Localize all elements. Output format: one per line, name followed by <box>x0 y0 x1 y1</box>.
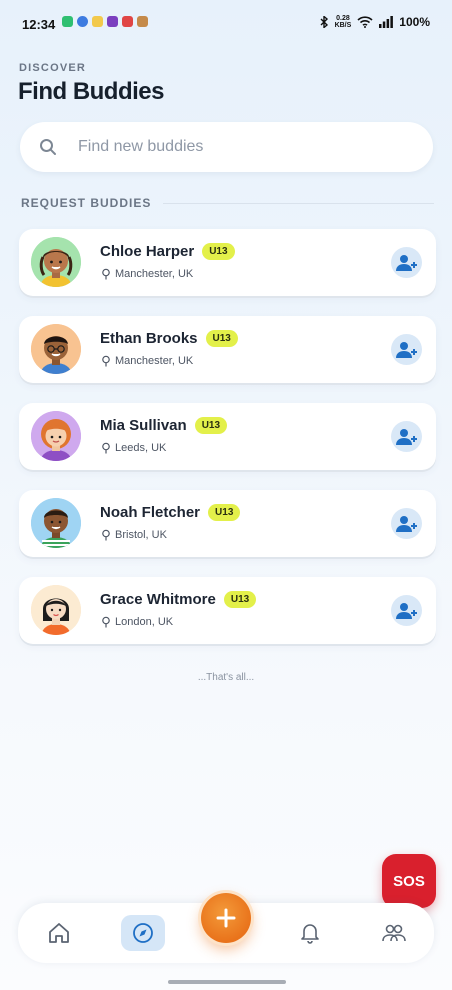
age-badge: U13 <box>194 417 228 434</box>
location-pin-icon <box>102 616 110 628</box>
add-buddy-button[interactable] <box>391 247 422 278</box>
buddy-card[interactable]: Ethan Brooks U13 Manchester, UK <box>19 316 436 383</box>
app-notification-icon <box>92 16 103 27</box>
buddy-location: Bristol, UK <box>115 529 167 541</box>
search-icon <box>26 138 70 156</box>
add-buddy-button[interactable] <box>391 595 422 626</box>
location-pin-icon <box>102 268 110 280</box>
avatar <box>31 324 81 374</box>
buddy-location-row: Manchester, UK <box>101 268 193 280</box>
age-badge: U13 <box>208 504 241 521</box>
add-buddy-button[interactable] <box>391 508 422 539</box>
add-user-icon <box>395 341 417 358</box>
buddy-name-row: Mia Sullivan U13 <box>100 417 228 434</box>
nav-home[interactable] <box>37 915 81 951</box>
buddy-name: Ethan Brooks <box>100 330 198 347</box>
plus-icon <box>216 908 236 928</box>
buddy-card[interactable]: Grace Whitmore U13 London, UK <box>19 577 436 644</box>
buddy-name-row: Grace Whitmore U13 <box>100 591 257 608</box>
buddy-location-row: Bristol, UK <box>101 529 167 541</box>
add-user-icon <box>395 428 417 445</box>
network-speed: 0.28 KB/S <box>335 15 352 29</box>
buddy-location-row: Leeds, UK <box>101 442 166 454</box>
buddy-location: Leeds, UK <box>115 442 167 454</box>
buddy-name-row: Noah Fletcher U13 <box>100 504 241 521</box>
buddy-name-row: Ethan Brooks U13 <box>100 330 238 347</box>
app-notification-icon <box>77 16 88 27</box>
section-title: REQUEST BUDDIES <box>21 196 152 210</box>
avatar <box>31 237 81 287</box>
wifi-icon <box>357 16 373 28</box>
page-title: Find Buddies <box>18 78 165 105</box>
buddy-location: London, UK <box>115 616 174 628</box>
buddy-location: Manchester, UK <box>115 355 194 367</box>
add-buddy-button[interactable] <box>391 421 422 452</box>
app-notification-icon <box>122 16 133 27</box>
section-divider <box>163 202 434 204</box>
buddy-name: Grace Whitmore <box>100 591 216 608</box>
friends-icon <box>382 924 406 942</box>
status-time: 12:34 <box>22 17 56 32</box>
buddy-name: Mia Sullivan <box>100 417 187 434</box>
compass-icon <box>133 923 153 943</box>
battery-level: 100% <box>399 15 430 29</box>
end-of-list-note: ...That's all... <box>197 672 255 683</box>
add-user-icon <box>395 515 417 532</box>
add-buddy-button[interactable] <box>391 334 422 365</box>
buddy-location-row: London, UK <box>101 616 173 628</box>
add-user-icon <box>395 254 417 271</box>
location-pin-icon <box>102 529 110 541</box>
network-speed-value: 0.28 <box>336 15 350 22</box>
buddy-name-row: Chloe Harper U13 <box>100 243 235 260</box>
nav-notifications[interactable] <box>288 915 332 951</box>
avatar <box>31 411 81 461</box>
buddy-name: Chloe Harper <box>100 243 195 260</box>
buddy-card[interactable]: Mia Sullivan U13 Leeds, UK <box>19 403 436 470</box>
location-pin-icon <box>102 355 110 367</box>
add-user-icon <box>395 602 417 619</box>
location-pin-icon <box>102 442 110 454</box>
age-badge: U13 <box>202 243 235 260</box>
page-eyebrow: DISCOVER <box>19 62 87 74</box>
age-badge: U13 <box>223 591 257 608</box>
home-icon <box>49 923 69 943</box>
bell-icon <box>301 924 319 944</box>
nav-discover[interactable] <box>121 915 165 951</box>
section-header: REQUEST BUDDIES <box>21 196 434 210</box>
app-notification-icon <box>62 16 73 27</box>
buddy-card[interactable]: Noah Fletcher U13 Bristol, UK <box>19 490 436 557</box>
nav-buddies[interactable] <box>372 915 416 951</box>
network-speed-unit: KB/S <box>334 22 352 29</box>
buddy-name: Noah Fletcher <box>100 504 201 521</box>
notification-icons <box>62 16 148 27</box>
avatar <box>31 498 81 548</box>
age-badge: U13 <box>205 330 238 347</box>
create-button[interactable] <box>201 893 251 943</box>
buddy-location-row: Manchester, UK <box>101 355 193 367</box>
sos-button[interactable]: SOS <box>382 854 436 908</box>
avatar <box>31 585 81 635</box>
home-indicator[interactable] <box>168 980 286 984</box>
bluetooth-icon <box>320 16 328 28</box>
search-input[interactable] <box>76 137 410 157</box>
app-notification-icon <box>107 16 118 27</box>
status-bar: 12:34 0.28 KB/S 100% <box>0 0 452 48</box>
search-bar[interactable] <box>20 122 433 172</box>
buddy-location: Manchester, UK <box>115 268 194 280</box>
buddy-card[interactable]: Chloe Harper U13 Manchester, UK <box>19 229 436 296</box>
app-notification-icon <box>137 16 148 27</box>
signal-icon <box>379 16 394 28</box>
